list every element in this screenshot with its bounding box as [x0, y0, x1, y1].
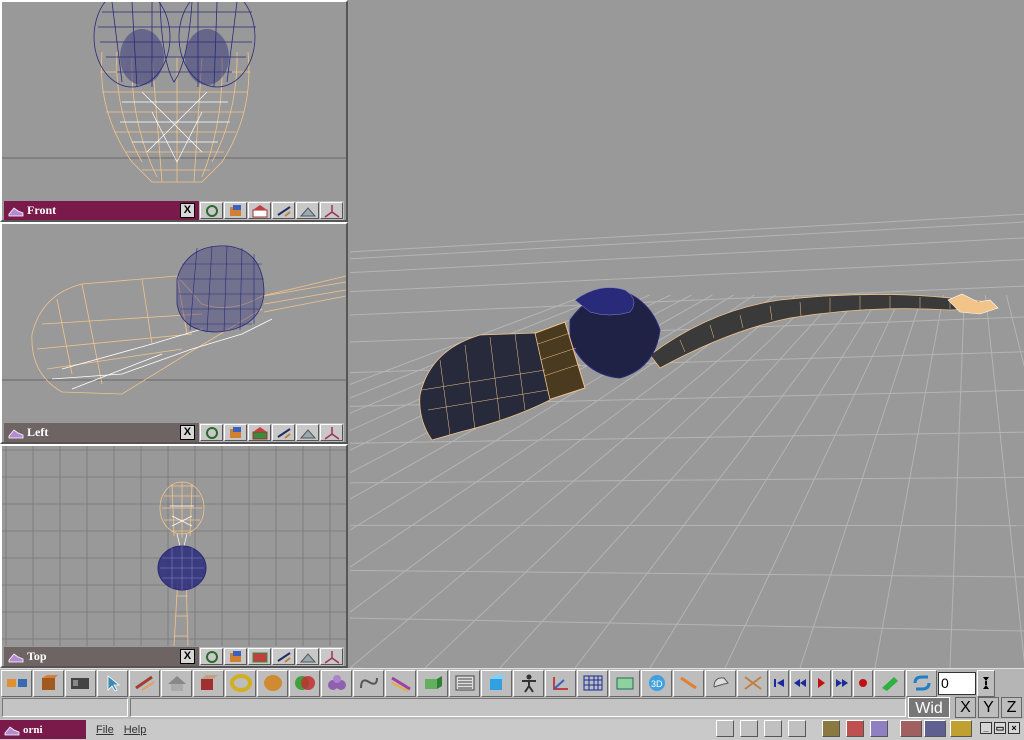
front-view-canvas[interactable]: [2, 2, 346, 200]
spline-icon[interactable]: [353, 669, 384, 697]
rotate-view-icon[interactable]: [224, 202, 247, 219]
status-field-left: [2, 698, 128, 717]
restore-button[interactable]: ▭: [994, 722, 1006, 734]
top-view-canvas[interactable]: [2, 446, 346, 646]
viewport-title: Front: [27, 203, 57, 217]
light-view-icon[interactable]: [272, 424, 295, 441]
layout-icon-1[interactable]: [716, 720, 734, 737]
boolean-icon[interactable]: [289, 669, 320, 697]
rotate-view-icon[interactable]: [224, 648, 247, 665]
first-frame-icon[interactable]: [769, 669, 789, 697]
hammer-icon[interactable]: [950, 720, 972, 737]
menu-bar: orni File Help _ ▭ ×: [0, 719, 1024, 740]
axis-x-button[interactable]: X: [955, 697, 976, 718]
record-icon[interactable]: [853, 669, 873, 697]
main-toolbar: 3D 0: [0, 668, 1024, 697]
figure-icon[interactable]: [513, 669, 544, 697]
camera-icon[interactable]: [545, 669, 576, 697]
select-arrow-icon[interactable]: [97, 669, 128, 697]
svg-text:3D: 3D: [651, 679, 663, 689]
axis-view-icon[interactable]: [320, 202, 343, 219]
sphere-icon[interactable]: [257, 669, 288, 697]
light-view-icon[interactable]: [272, 202, 295, 219]
light-view-icon[interactable]: [272, 648, 295, 665]
camera-view-icon[interactable]: [248, 202, 271, 219]
axis-view-icon[interactable]: [320, 424, 343, 441]
axis-view-icon[interactable]: [320, 648, 343, 665]
render-3d-icon[interactable]: 3D: [641, 669, 672, 697]
left-viewport[interactable]: Left X: [0, 222, 348, 444]
frame-stepper-icon[interactable]: [977, 669, 995, 697]
app-icon: [4, 725, 20, 735]
display-mode-icon[interactable]: [296, 202, 319, 219]
coordinate-mode-button[interactable]: Wid: [908, 697, 950, 718]
viewport-tools: [199, 201, 344, 220]
object-icon[interactable]: [33, 669, 64, 697]
camera-view-icon[interactable]: [248, 648, 271, 665]
top-viewport[interactable]: Top X: [0, 444, 348, 668]
viewport-close-button[interactable]: X: [179, 425, 195, 440]
left-view-canvas[interactable]: [2, 224, 346, 422]
viewport-tools: [199, 647, 344, 666]
path-icon[interactable]: [673, 669, 704, 697]
menu-help[interactable]: Help: [124, 724, 147, 736]
window-icon-2[interactable]: [924, 720, 946, 737]
grid-icon[interactable]: [577, 669, 608, 697]
move-view-icon[interactable]: [200, 202, 223, 219]
window-icon-1[interactable]: [900, 720, 922, 737]
minimize-button[interactable]: _: [980, 722, 992, 734]
rotate-view-icon[interactable]: [224, 424, 247, 441]
rotate-icon[interactable]: [705, 669, 736, 697]
display-mode-icon[interactable]: [296, 648, 319, 665]
house-icon[interactable]: [161, 669, 192, 697]
transform-icon[interactable]: [129, 669, 160, 697]
layout-icon-2[interactable]: [740, 720, 758, 737]
list-icon[interactable]: [449, 669, 480, 697]
viewport-menu-icon[interactable]: [8, 651, 24, 663]
axis-z-button[interactable]: Z: [1001, 697, 1022, 718]
palette-icon[interactable]: [846, 720, 864, 737]
link-icon[interactable]: [1, 669, 32, 697]
cube-icon[interactable]: [193, 669, 224, 697]
viewport-title: Top: [27, 649, 47, 663]
torus-icon[interactable]: [225, 669, 256, 697]
close-button[interactable]: ×: [1008, 722, 1020, 734]
layout-icon-4[interactable]: [788, 720, 806, 737]
layout-icon-3[interactable]: [764, 720, 782, 737]
viewport-title: Left: [27, 425, 49, 439]
render-area-icon[interactable]: [609, 669, 640, 697]
frame-number-input[interactable]: 0: [938, 671, 976, 695]
perspective-viewport[interactable]: [350, 0, 1024, 668]
loop-icon[interactable]: [906, 669, 937, 697]
axis-y-button[interactable]: Y: [978, 697, 999, 718]
viewport-close-button[interactable]: X: [179, 203, 195, 218]
settings-icon[interactable]: [870, 720, 888, 737]
play-icon[interactable]: [811, 669, 831, 697]
status-bar: Wid X Y Z: [0, 697, 1024, 719]
viewport-menu-icon[interactable]: [8, 205, 24, 217]
app-tab[interactable]: orni: [0, 720, 86, 739]
app-name: orni: [23, 723, 43, 736]
fast-forward-icon[interactable]: [832, 669, 852, 697]
move-view-icon[interactable]: [200, 424, 223, 441]
ground-grid: [350, 213, 1024, 668]
move-view-icon[interactable]: [200, 648, 223, 665]
viewport-tools: [199, 423, 344, 442]
key-icon[interactable]: [874, 669, 905, 697]
texture-cube-icon[interactable]: [481, 669, 512, 697]
viewport-menu-icon[interactable]: [8, 427, 24, 439]
metaball-icon[interactable]: [321, 669, 352, 697]
display-mode-icon[interactable]: [296, 424, 319, 441]
viewport-close-button[interactable]: X: [179, 649, 195, 664]
scale-icon[interactable]: [737, 669, 768, 697]
material-icon[interactable]: [417, 669, 448, 697]
front-viewport[interactable]: Front X: [0, 0, 348, 222]
camera-view-icon[interactable]: [248, 424, 271, 441]
rewind-icon[interactable]: [790, 669, 810, 697]
deform-icon[interactable]: [385, 669, 416, 697]
menu-file[interactable]: File: [96, 724, 114, 736]
status-field-main: [130, 698, 906, 717]
box-icon[interactable]: [822, 720, 840, 737]
film-icon[interactable]: [65, 669, 96, 697]
